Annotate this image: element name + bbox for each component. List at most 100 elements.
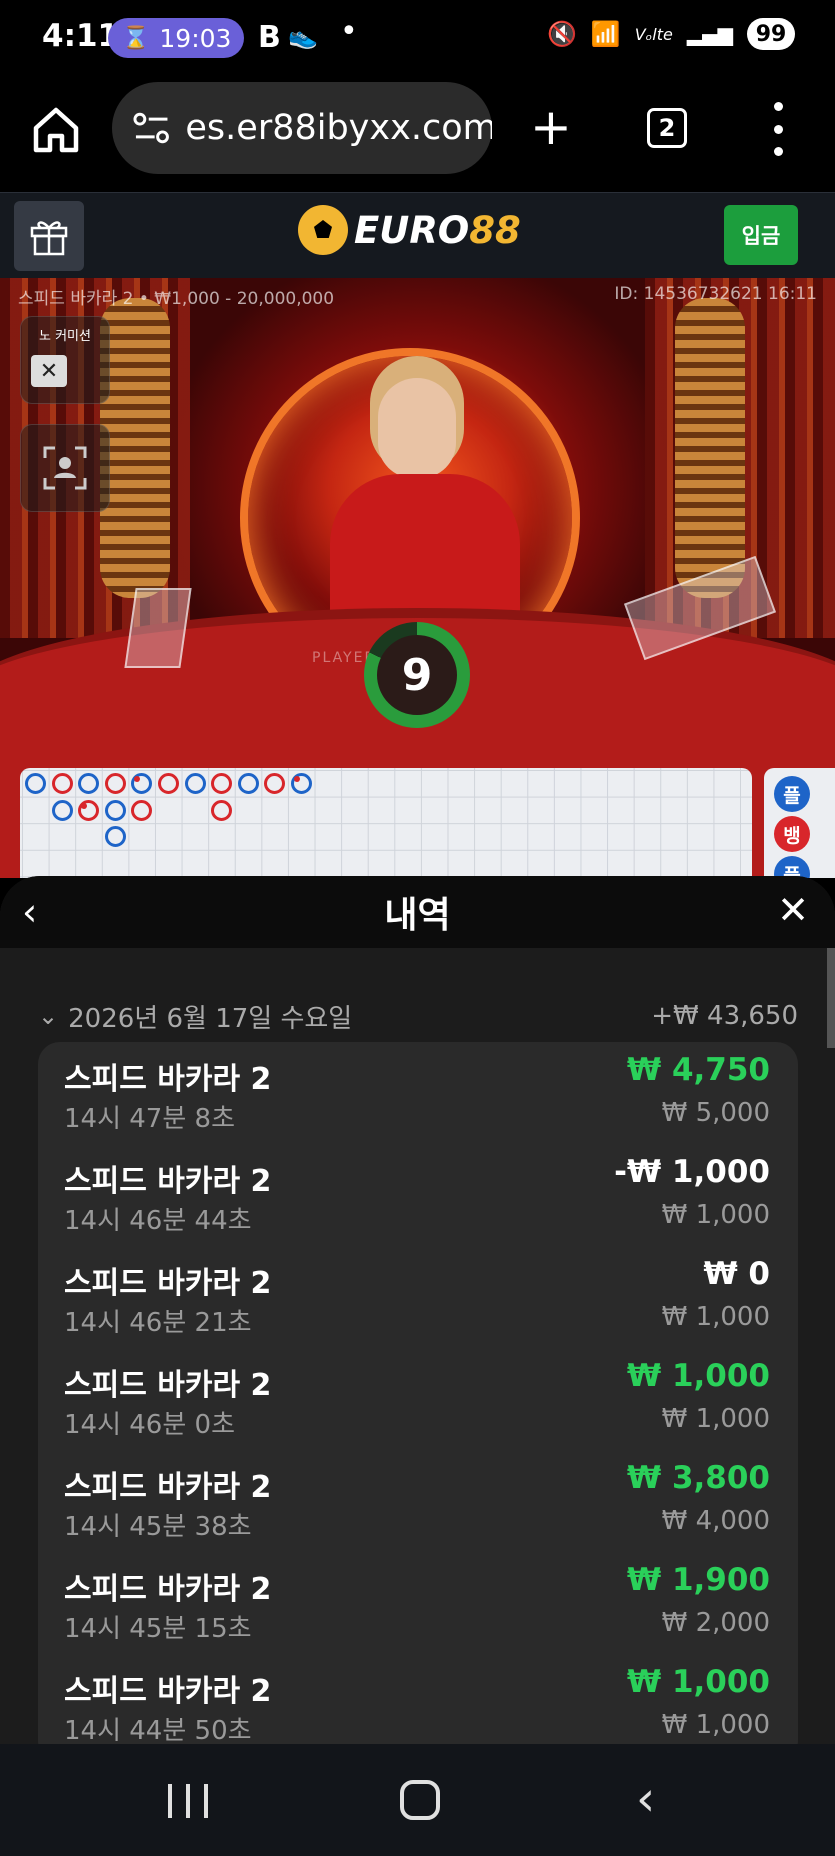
player-bead bbox=[104, 799, 126, 821]
browser-toolbar: es.er88ibyxx.com + 2 bbox=[0, 78, 835, 192]
banker-bead bbox=[51, 773, 73, 794]
banker-bead bbox=[78, 799, 100, 821]
status-icons: 🔇 📶 Vₒlte ▂▄▆ 99 bbox=[547, 18, 795, 50]
notification-dot-icon: • bbox=[340, 14, 358, 49]
road-chip[interactable]: 플 bbox=[774, 856, 810, 878]
history-item-result: ₩ 3,800 bbox=[626, 1460, 770, 1496]
player-bead bbox=[104, 826, 126, 848]
hourglass-icon: ⌛ bbox=[122, 25, 150, 51]
game-round-id: ID: 14536732621 16:11 bbox=[614, 284, 817, 304]
history-list-item[interactable]: 스피드 바카라 2 14시 47분 8초 ₩ 4,750 ₩ 5,000 bbox=[38, 1042, 798, 1144]
history-list: 스피드 바카라 2 14시 47분 8초 ₩ 4,750 ₩ 5,000 스피드 바카라… bbox=[38, 1042, 798, 1744]
history-item-time: 14시 46분 0초 bbox=[64, 1410, 235, 1440]
road-chip[interactable]: 뱅 bbox=[774, 816, 810, 852]
gift-icon bbox=[30, 221, 68, 256]
history-list-item[interactable]: 스피드 바카라 2 14시 46분 0초 ₩ 1,000 ₩ 1,000 bbox=[38, 1348, 798, 1450]
day-group-header[interactable]: ⌄ 2026년 6월 17일 수요일 +₩ 43,650 bbox=[38, 996, 798, 1036]
game-limits-info: 스피드 바카라 2 • ₩1,000 - 20,000,000 bbox=[18, 289, 335, 309]
player-bead bbox=[184, 773, 206, 794]
road-chip[interactable]: 플 bbox=[774, 776, 810, 812]
gold-column-left bbox=[100, 298, 170, 598]
history-item-game: 스피드 바카라 2 bbox=[64, 1572, 272, 1607]
more-menu-icon[interactable] bbox=[770, 102, 786, 156]
history-item-stake: ₩ 1,000 bbox=[661, 1302, 770, 1332]
history-item-stake: ₩ 5,000 bbox=[661, 1098, 770, 1128]
history-list-item[interactable]: 스피드 바카라 2 14시 46분 21초 ₩ 0 ₩ 1,000 bbox=[38, 1246, 798, 1348]
recent-apps-icon[interactable] bbox=[168, 1784, 208, 1818]
road-prediction-panel[interactable]: 플뱅플 bbox=[764, 768, 835, 878]
history-title: 내역 bbox=[384, 895, 451, 936]
live-game-video[interactable]: PLAYER 스피드 바카라 2 • ₩1,000 - 20,000,000 I… bbox=[0, 278, 835, 878]
history-item-result: ₩ 4,750 bbox=[626, 1052, 770, 1088]
chevron-down-icon: ⌄ bbox=[38, 1002, 59, 1030]
new-tab-button[interactable]: + bbox=[530, 102, 572, 152]
history-item-result: ₩ 1,000 bbox=[626, 1664, 770, 1700]
history-item-stake: ₩ 1,000 bbox=[661, 1200, 770, 1230]
history-sheet: ‹ 내역 ✕ ⌄ 2026년 6월 17일 수요일 +₩ 43,650 스피드 … bbox=[0, 876, 835, 1744]
history-item-result: ₩ 1,000 bbox=[626, 1358, 770, 1394]
no-commission-toggle[interactable]: 노 커미션 ✕ bbox=[20, 316, 110, 404]
tab-switcher-button[interactable]: 2 bbox=[647, 108, 687, 148]
home-button-icon[interactable] bbox=[400, 1780, 440, 1820]
site-header: EURO88 입금 bbox=[0, 192, 835, 278]
countdown-value: 9 bbox=[377, 635, 457, 715]
banker-bead bbox=[211, 799, 233, 821]
banker-bead bbox=[104, 773, 126, 794]
soccer-ball-icon bbox=[298, 205, 348, 255]
banker-bead bbox=[131, 799, 153, 821]
banker-bead bbox=[211, 773, 233, 794]
banker-bead bbox=[264, 773, 286, 794]
history-item-time: 14시 45분 38초 bbox=[64, 1512, 252, 1542]
close-icon[interactable]: ✕ bbox=[773, 890, 813, 930]
player-bead bbox=[78, 773, 100, 794]
day-date: 2026년 6월 17일 수요일 bbox=[68, 1003, 353, 1034]
history-item-game: 스피드 바카라 2 bbox=[64, 1368, 272, 1403]
focus-timer-pill: ⌛ 19:03 bbox=[108, 18, 244, 58]
home-icon[interactable] bbox=[28, 102, 84, 158]
close-icon[interactable]: ✕ bbox=[31, 355, 67, 387]
history-item-time: 14시 44분 50초 bbox=[64, 1716, 252, 1744]
history-item-stake: ₩ 2,000 bbox=[661, 1608, 770, 1638]
history-item-result: ₩ 1,900 bbox=[626, 1562, 770, 1598]
person-frame-icon bbox=[43, 446, 87, 490]
pair-dot bbox=[134, 776, 141, 782]
history-item-result: -₩ 1,000 bbox=[614, 1154, 770, 1190]
battery-icon: 99 bbox=[747, 18, 795, 50]
day-total: +₩ 43,650 bbox=[651, 1001, 798, 1031]
focus-timer-value: 19:03 bbox=[159, 23, 232, 53]
shoe-app-icon: 👟 bbox=[288, 22, 318, 50]
site-settings-icon[interactable] bbox=[132, 110, 171, 146]
back-nav-icon[interactable]: ‹ bbox=[636, 1774, 655, 1824]
gold-column-right bbox=[675, 298, 745, 598]
player-bead bbox=[131, 773, 153, 794]
history-item-time: 14시 45분 15초 bbox=[64, 1614, 252, 1644]
betting-countdown: 9 bbox=[364, 622, 470, 728]
history-item-time: 14시 47분 8초 bbox=[64, 1104, 235, 1134]
euro88-logo[interactable]: EURO88 bbox=[298, 205, 521, 255]
history-list-item[interactable]: 스피드 바카라 2 14시 45분 38초 ₩ 3,800 ₩ 4,000 bbox=[38, 1450, 798, 1552]
status-bar: 4:11 ⌛ 19:03 B 👟 • 🔇 📶 Vₒlte ▂▄▆ 99 bbox=[0, 0, 835, 78]
history-item-game: 스피드 바카라 2 bbox=[64, 1266, 272, 1301]
card-holder-left bbox=[124, 588, 192, 668]
volte-icon: Vₒlte bbox=[634, 24, 673, 44]
scrollbar[interactable] bbox=[827, 948, 835, 1048]
dealer-head bbox=[378, 378, 456, 478]
player-bead bbox=[25, 773, 46, 794]
history-item-stake: ₩ 1,000 bbox=[661, 1404, 770, 1434]
no-commission-label: 노 커미션 bbox=[39, 329, 91, 344]
pair-dot bbox=[294, 776, 300, 782]
history-item-game: 스피드 바카라 2 bbox=[64, 1062, 272, 1097]
banker-bead bbox=[158, 773, 179, 794]
history-list-item[interactable]: 스피드 바카라 2 14시 45분 15초 ₩ 1,900 ₩ 2,000 bbox=[38, 1552, 798, 1654]
player-bead bbox=[237, 773, 259, 794]
bead-roadmap[interactable] bbox=[20, 768, 752, 878]
video-focus-button[interactable] bbox=[20, 424, 110, 512]
b-app-icon: B bbox=[258, 20, 281, 55]
address-bar[interactable]: es.er88ibyxx.com bbox=[112, 82, 492, 174]
history-list-item[interactable]: 스피드 바카라 2 14시 44분 50초 ₩ 1,000 ₩ 1,000 bbox=[38, 1654, 798, 1744]
gift-button[interactable] bbox=[14, 201, 84, 271]
history-item-game: 스피드 바카라 2 bbox=[64, 1164, 272, 1199]
history-item-game: 스피드 바카라 2 bbox=[64, 1674, 272, 1709]
deposit-button[interactable]: 입금 bbox=[724, 205, 798, 265]
history-list-item[interactable]: 스피드 바카라 2 14시 46분 44초 -₩ 1,000 ₩ 1,000 bbox=[38, 1144, 798, 1246]
